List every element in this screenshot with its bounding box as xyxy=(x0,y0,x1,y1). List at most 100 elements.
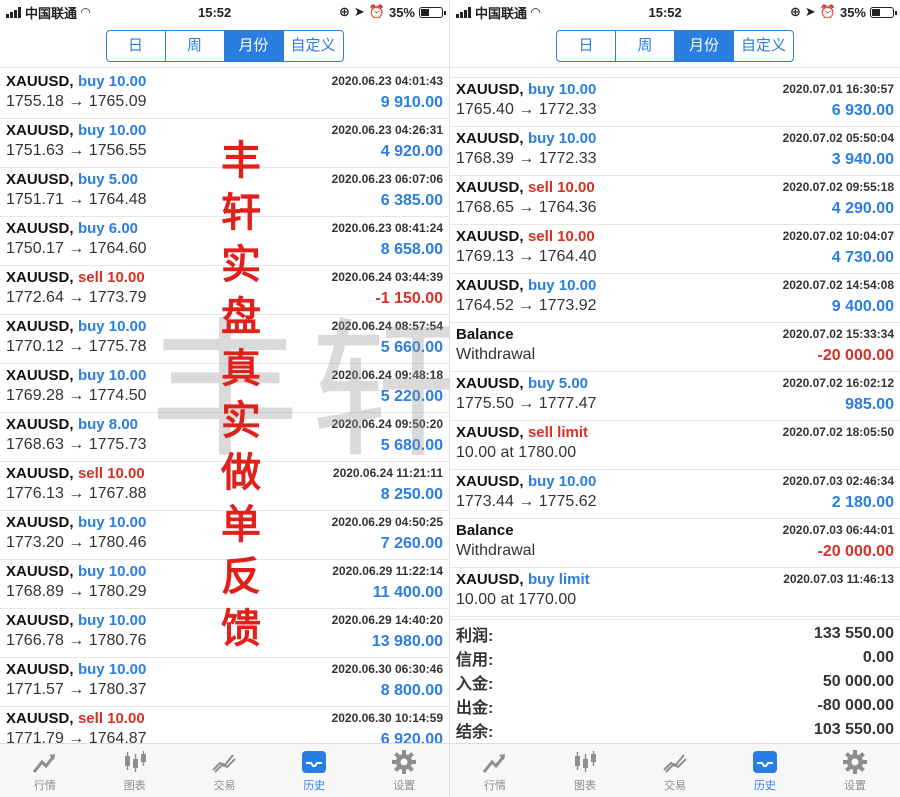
trade-row[interactable]: XAUUSD, buy 10.00 2020.06.29 11:22:14 1768… xyxy=(0,560,449,609)
trade-row[interactable]: XAUUSD, sell limit 2020.07.02 18:05:50 10.… xyxy=(450,421,900,470)
trade-row[interactable]: XAUUSD, buy 10.00 2020.06.29 14:40:20 1766… xyxy=(0,609,449,658)
trade-row[interactable]: XAUUSD, buy 10.00 2020.06.29 04:50:25 1773… xyxy=(0,511,449,560)
trend-arrow-icon xyxy=(482,749,508,775)
trade-row[interactable]: XAUUSD, buy 10.00 2020.07.01 16:30:57 1765… xyxy=(450,78,900,127)
trade-prices: 1755.18 → 1765.09 xyxy=(6,93,147,110)
trade-row[interactable]: XAUUSD, buy 10.00 2020.07.03 02:46:34 1773… xyxy=(450,470,900,519)
trade-row[interactable]: XAUUSD, buy 10.00 2020.07.02 05:50:04 1768… xyxy=(450,127,900,176)
tab-inbox-tray[interactable]: 历史 xyxy=(269,744,359,797)
trade-time: 2020.06.30 06:30:46 xyxy=(331,662,443,676)
trade-profit: 4 920.00 xyxy=(380,143,443,160)
trade-row[interactable]: XAUUSD, buy 5.00 2020.06.23 06:07:06 1751.… xyxy=(0,168,449,217)
symbol: XAUUSD, xyxy=(6,73,74,90)
trade-side: buy 5.00 xyxy=(77,171,138,188)
inbox-tray-icon xyxy=(300,749,328,775)
tab-candlestick[interactable]: 图表 xyxy=(540,744,630,797)
tab-gear[interactable]: 设置 xyxy=(810,744,900,797)
trade-time: 2020.06.29 14:40:20 xyxy=(331,613,443,627)
trade-profit: -20 000.00 xyxy=(817,543,894,560)
trade-row[interactable]: XAUUSD, buy 10.00 2020.06.24 09:48:18 1769… xyxy=(0,364,449,413)
account-summary: 利润: 133 550.00 信用: 0.00 入金: 50 000.00 出金: -80 0… xyxy=(450,619,900,744)
trade-side: buy 10.00 xyxy=(527,81,597,98)
trade-side: buy 5.00 xyxy=(527,375,588,392)
segment-day[interactable]: 日 xyxy=(107,30,166,61)
trade-profit: -20 000.00 xyxy=(817,347,894,364)
trade-side: buy 10.00 xyxy=(77,661,147,678)
trade-row[interactable]: XAUUSD, sell 10.00 2020.06.24 11:21:11 177… xyxy=(0,462,449,511)
trade-row[interactable]: Balance 2020.07.03 06:44:01 Withdrawal -20… xyxy=(450,519,900,568)
trade-chart-icon xyxy=(211,749,237,775)
summary-label: 出金: xyxy=(456,700,494,717)
tab-label: 交易 xyxy=(664,779,686,792)
trade-row[interactable]: XAUUSD, buy 10.00 2020.06.30 06:30:46 1771… xyxy=(0,658,449,707)
trade-prices: 1768.65 → 1764.36 xyxy=(456,199,597,216)
trade-profit: 13 980.00 xyxy=(371,633,443,650)
segment-day[interactable]: 日 xyxy=(557,30,616,61)
trade-row[interactable]: XAUUSD, buy 10.00 2020.06.23 04:26:31 1751… xyxy=(0,119,449,168)
trend-arrow-icon xyxy=(32,749,58,775)
trade-time: 2020.07.02 14:54:08 xyxy=(782,278,894,292)
trade-prices: 1751.63 → 1756.55 xyxy=(6,142,147,159)
trade-prices: 1773.20 → 1780.46 xyxy=(6,534,147,551)
tab-trend-arrow[interactable]: 行情 xyxy=(450,744,540,797)
trade-prices: 1768.39 → 1772.33 xyxy=(456,150,597,167)
carrier-label: 中国联通 xyxy=(25,5,78,21)
tab-trade-chart[interactable]: 交易 xyxy=(630,744,720,797)
segment-month[interactable]: 月份 xyxy=(224,30,284,61)
trade-row[interactable]: XAUUSD, sell 10.00 2020.07.02 10:04:07 176… xyxy=(450,225,900,274)
wifi-icon: ◠ xyxy=(531,5,541,19)
trade-prices: 1750.17 → 1764.60 xyxy=(6,240,147,257)
segment-custom[interactable]: 自定义 xyxy=(734,31,793,61)
symbol: XAUUSD, xyxy=(6,269,74,286)
trade-row[interactable]: XAUUSD, buy limit 2020.07.03 11:46:13 10.0… xyxy=(450,568,900,617)
trade-profit: 6 930.00 xyxy=(831,102,894,119)
trade-row[interactable]: XAUUSD, buy 10.00 2020.06.23 04:01:43 1755… xyxy=(0,70,449,119)
tab-trade-chart[interactable]: 交易 xyxy=(180,744,270,797)
symbol: XAUUSD, xyxy=(456,571,524,588)
trade-row[interactable]: XAUUSD, buy 10.00 2020.07.02 14:54:08 1764… xyxy=(450,274,900,323)
trade-row[interactable]: XAUUSD, sell 10.00 2020.07.02 09:55:18 176… xyxy=(450,176,900,225)
trade-side: buy limit xyxy=(527,571,590,588)
summary-value: 50 000.00 xyxy=(822,673,894,690)
trade-row[interactable]: XAUUSD, buy 10.00 2020.06.24 08:57:54 1770… xyxy=(0,315,449,364)
left-screen: 中国联通 ◠ 15:52 ⊕ ➤ ⏰ 35% 日 周 月份 自定义 XAUUSD… xyxy=(0,0,450,797)
segment-week[interactable]: 周 xyxy=(166,30,225,61)
summary-value: -80 000.00 xyxy=(817,697,894,714)
tab-label: 设置 xyxy=(844,779,866,792)
symbol: XAUUSD, xyxy=(6,465,74,482)
segment-week[interactable]: 周 xyxy=(616,30,675,61)
trade-row[interactable]: XAUUSD, buy 6.00 2020.06.23 08:41:24 1750.… xyxy=(0,217,449,266)
symbol: XAUUSD, xyxy=(456,179,524,196)
segment-custom[interactable]: 自定义 xyxy=(284,31,343,61)
trade-time: 2020.07.02 10:04:07 xyxy=(782,229,894,243)
symbol: XAUUSD, xyxy=(6,171,74,188)
trade-time: 2020.06.30 10:14:59 xyxy=(331,711,443,725)
trade-side: sell 10.00 xyxy=(77,465,145,482)
tab-trend-arrow[interactable]: 行情 xyxy=(0,744,90,797)
tab-candlestick[interactable]: 图表 xyxy=(90,744,180,797)
carrier-label: 中国联通 xyxy=(475,5,528,21)
tab-label: 交易 xyxy=(213,779,236,792)
trade-time: 2020.06.23 08:41:24 xyxy=(331,221,443,235)
battery-icon xyxy=(870,6,897,18)
trade-row[interactable]: Balance 2020.07.02 15:33:34 Withdrawal -20… xyxy=(450,323,900,372)
inbox-tray-icon xyxy=(751,749,779,775)
trade-row[interactable]: XAUUSD, buy 5.00 2020.07.02 16:02:12 1775.… xyxy=(450,372,900,421)
symbol: XAUUSD, xyxy=(456,130,524,147)
right-screen: 中国联通 ◠ 15:52 ⊕ ➤ ⏰ 35% 日 周 月份 自定义 XAUUSD… xyxy=(450,0,900,797)
trade-profit: 9 400.00 xyxy=(831,298,894,315)
trade-prices: 1751.71 → 1764.48 xyxy=(6,191,147,208)
trade-row[interactable]: XAUUSD, buy 8.00 2020.06.24 09:50:20 1768.… xyxy=(0,413,449,462)
trade-time: 2020.06.24 08:57:54 xyxy=(331,319,443,333)
trade-profit: 3 940.00 xyxy=(831,151,894,168)
symbol: XAUUSD, xyxy=(456,277,524,294)
segment-month[interactable]: 月份 xyxy=(675,30,734,61)
trade-time: 2020.07.01 16:30:57 xyxy=(782,82,894,96)
trade-profit: 6 385.00 xyxy=(380,192,443,209)
trade-side: sell 10.00 xyxy=(77,269,145,286)
trade-profit: 5 680.00 xyxy=(380,437,443,454)
tab-inbox-tray[interactable]: 历史 xyxy=(720,744,810,797)
symbol: XAUUSD, xyxy=(6,661,74,678)
trade-row[interactable]: XAUUSD, sell 10.00 2020.06.24 03:44:39 177… xyxy=(0,266,449,315)
tab-gear[interactable]: 设置 xyxy=(359,744,449,797)
